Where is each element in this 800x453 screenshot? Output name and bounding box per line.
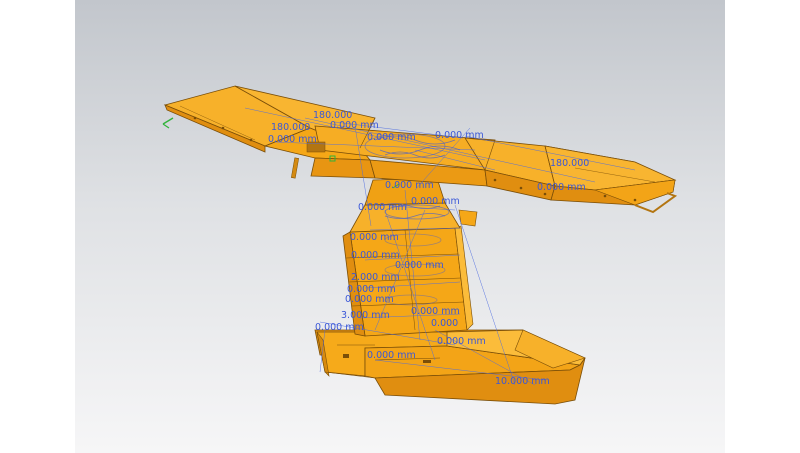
dimension-label[interactable]: 0.000 mm <box>345 294 394 305</box>
dimension-label[interactable]: 10.000 mm <box>495 376 550 387</box>
dimension-label[interactable]: 0.000 mm <box>395 260 444 271</box>
dimension-label[interactable]: 0.000 mm <box>330 120 379 131</box>
dimension-label[interactable]: 180.000 <box>271 122 310 133</box>
dimension-label[interactable]: 0.000 mm <box>537 182 586 193</box>
dimension-label[interactable]: 180.000 <box>550 158 589 169</box>
model-view[interactable]: 180.000 180.000 0.000 mm 0.000 mm 0.000 … <box>75 0 725 453</box>
dimension-label[interactable]: 0.000 mm <box>411 196 460 207</box>
dimension-label[interactable]: 0.000 mm <box>367 350 416 361</box>
dimension-label[interactable]: 0.000 mm <box>351 250 400 261</box>
dimension-label[interactable]: 2.000 mm <box>351 272 400 283</box>
dimension-label[interactable]: 3.000 mm <box>341 310 390 321</box>
dimension-label[interactable]: 0.000 mm <box>437 336 486 347</box>
dimension-label[interactable]: 0.000 mm <box>358 202 407 213</box>
dimension-label[interactable]: 0.000 mm <box>411 306 460 317</box>
dimension-label[interactable]: 0.000 mm <box>350 232 399 243</box>
dimension-label[interactable]: 0.000 <box>431 318 458 329</box>
dimension-label[interactable]: 0.000 mm <box>435 130 484 141</box>
graphics-viewport[interactable]: 180.000 180.000 0.000 mm 0.000 mm 0.000 … <box>75 0 725 453</box>
dimension-label[interactable]: 0.000 mm <box>385 180 434 191</box>
dimension-label[interactable]: 0.000 mm <box>268 134 317 145</box>
dimension-label[interactable]: 0.000 mm <box>367 132 416 143</box>
dimension-label[interactable]: 0.000 mm <box>315 322 364 333</box>
